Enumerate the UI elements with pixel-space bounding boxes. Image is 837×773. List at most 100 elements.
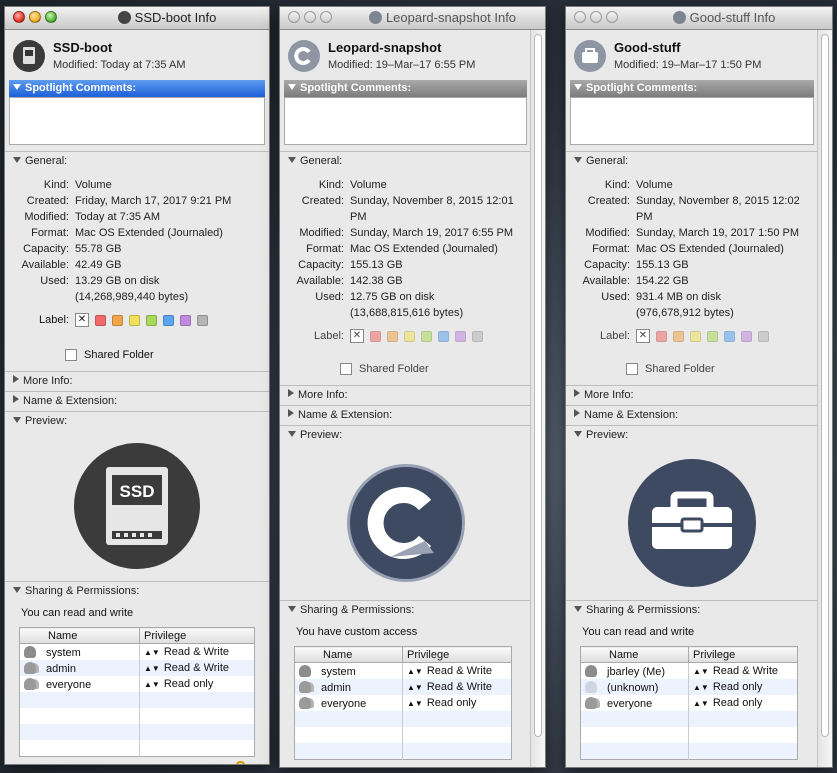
spotlight-comments-field[interactable] xyxy=(570,97,814,145)
access-text: You have custom access xyxy=(296,626,418,638)
section-sharing-permissions[interactable]: Sharing & Permissions: xyxy=(5,581,269,601)
label-color-swatch[interactable] xyxy=(146,314,157,326)
column-header-privilege[interactable]: Privilege xyxy=(402,646,512,663)
column-header-privilege[interactable]: Privilege xyxy=(688,646,798,663)
section-preview[interactable]: Preview: xyxy=(5,411,269,431)
label-color-swatch[interactable] xyxy=(656,330,667,342)
disclosure-triangle-icon xyxy=(13,587,21,593)
vertical-scrollbar[interactable] xyxy=(817,30,832,767)
popup-arrows-icon: ▲▼ xyxy=(693,667,709,676)
shared-folder-checkbox[interactable] xyxy=(65,349,77,361)
privilege-popup[interactable]: Read & Write xyxy=(164,662,229,674)
privilege-popup[interactable]: Read only xyxy=(164,678,214,690)
label-color-swatch[interactable] xyxy=(472,330,483,342)
privilege-popup[interactable]: Read & Write xyxy=(427,665,492,677)
table-row[interactable]: jbarley (Me) ▲▼ Read & Write xyxy=(581,662,798,679)
section-preview[interactable]: Preview: xyxy=(566,425,818,445)
label-color-swatch[interactable] xyxy=(690,330,701,342)
label-picker: Label: ✕ xyxy=(280,329,531,343)
capacity-value: 155.13 GB xyxy=(636,259,689,271)
scrollbar-thumb[interactable] xyxy=(534,34,542,737)
table-row[interactable]: (unknown) ▲▼ Read only xyxy=(580,679,798,695)
title-bar[interactable]: SSD-boot Info xyxy=(5,7,269,30)
column-header-name[interactable]: Name xyxy=(19,627,140,644)
preview-pane xyxy=(566,445,818,600)
used-value: 12.75 GB on disk (13,688,815,616 bytes) xyxy=(350,291,464,319)
label-color-swatch[interactable] xyxy=(180,314,191,326)
label-color-swatch[interactable] xyxy=(370,330,381,342)
table-row[interactable]: system ▲▼ Read & Write xyxy=(295,662,512,679)
shared-folder-checkbox[interactable] xyxy=(626,363,638,375)
label-color-swatch[interactable] xyxy=(673,330,684,342)
scrollbar-thumb[interactable] xyxy=(821,34,829,737)
privilege-popup[interactable]: Read & Write xyxy=(164,646,229,658)
section-sharing-permissions[interactable]: Sharing & Permissions: xyxy=(280,600,531,620)
no-label-button[interactable]: ✕ xyxy=(350,329,364,343)
label-color-swatch[interactable] xyxy=(455,330,466,342)
available-value: 154.22 GB xyxy=(636,275,689,287)
section-general[interactable]: General: xyxy=(566,151,818,171)
access-text: You can read and write xyxy=(21,607,134,619)
privilege-popup[interactable]: Read & Write xyxy=(713,665,778,677)
section-name-extension[interactable]: Name & Extension: xyxy=(566,405,818,425)
label-color-swatch[interactable] xyxy=(741,330,752,342)
label-color-swatch[interactable] xyxy=(758,330,769,342)
info-window-good-stuff: Good-stuff Info Good-stuff Modified: 19–… xyxy=(565,6,833,768)
spotlight-comments-header[interactable]: Spotlight Comments: xyxy=(284,80,527,97)
label-color-swatch[interactable] xyxy=(724,330,735,342)
table-row[interactable]: admin ▲▼ Read & Write xyxy=(19,660,255,676)
title-bar[interactable]: Leopard-snapshot Info xyxy=(280,7,545,30)
no-label-button[interactable]: ✕ xyxy=(636,329,650,343)
label-color-swatch[interactable] xyxy=(404,330,415,342)
table-row[interactable]: everyone ▲▼ Read only xyxy=(20,676,255,692)
section-name-extension[interactable]: Name & Extension: xyxy=(5,391,269,411)
group-icon xyxy=(24,661,36,674)
privilege-popup[interactable]: Read & Write xyxy=(427,681,492,693)
table-row[interactable]: system ▲▼ Read & Write xyxy=(20,643,255,660)
section-general[interactable]: General: xyxy=(5,151,269,171)
label-color-swatch[interactable] xyxy=(421,330,432,342)
section-name-extension[interactable]: Name & Extension: xyxy=(280,405,531,425)
spotlight-comments-field[interactable] xyxy=(284,97,527,145)
section-more-info[interactable]: More Info: xyxy=(280,385,531,405)
spotlight-comments-header[interactable]: Spotlight Comments: xyxy=(570,80,814,97)
kind-value: Volume xyxy=(350,179,387,191)
privilege-popup[interactable]: Read only xyxy=(713,681,763,693)
title-bar[interactable]: Good-stuff Info xyxy=(566,7,832,30)
section-sharing-permissions[interactable]: Sharing & Permissions: xyxy=(566,600,818,620)
table-row[interactable]: everyone ▲▼ Read only xyxy=(295,695,512,711)
section-general[interactable]: General: xyxy=(280,151,531,171)
section-more-info[interactable]: More Info: xyxy=(566,385,818,405)
shared-folder-checkbox[interactable] xyxy=(340,363,352,375)
column-header-privilege[interactable]: Privilege xyxy=(139,627,255,644)
privilege-popup[interactable]: Read only xyxy=(427,697,477,709)
column-header-name[interactable]: Name xyxy=(580,646,689,663)
table-row[interactable]: admin ▲▼ Read & Write xyxy=(294,679,512,695)
label-color-swatch[interactable] xyxy=(112,314,123,326)
label-color-swatch[interactable] xyxy=(129,314,140,326)
label-color-swatch[interactable] xyxy=(707,330,718,342)
vertical-scrollbar[interactable] xyxy=(530,30,545,767)
table-row[interactable]: everyone ▲▼ Read only xyxy=(581,695,798,711)
label-color-swatch[interactable] xyxy=(387,330,398,342)
label-color-swatch[interactable] xyxy=(197,314,208,326)
table-row xyxy=(295,727,512,743)
item-name: Good-stuff xyxy=(614,40,681,55)
spotlight-comments-header[interactable]: Spotlight Comments: xyxy=(9,80,265,97)
carbon-copy-icon xyxy=(346,463,465,582)
table-row xyxy=(20,708,255,724)
label-color-swatch[interactable] xyxy=(163,314,174,326)
no-label-button[interactable]: ✕ xyxy=(75,313,89,327)
column-header-name[interactable]: Name xyxy=(294,646,403,663)
item-name: Leopard-snapshot xyxy=(328,40,442,55)
popup-arrows-icon: ▲▼ xyxy=(693,683,709,692)
privilege-popup[interactable]: Read only xyxy=(713,697,763,709)
group-icon xyxy=(299,696,311,709)
label-color-swatch[interactable] xyxy=(438,330,449,342)
ssd-icon xyxy=(117,11,131,24)
toolbox-icon xyxy=(672,11,686,24)
spotlight-comments-field[interactable] xyxy=(9,97,265,145)
section-more-info[interactable]: More Info: xyxy=(5,371,269,391)
section-preview[interactable]: Preview: xyxy=(280,425,531,445)
label-color-swatch[interactable] xyxy=(95,314,106,326)
